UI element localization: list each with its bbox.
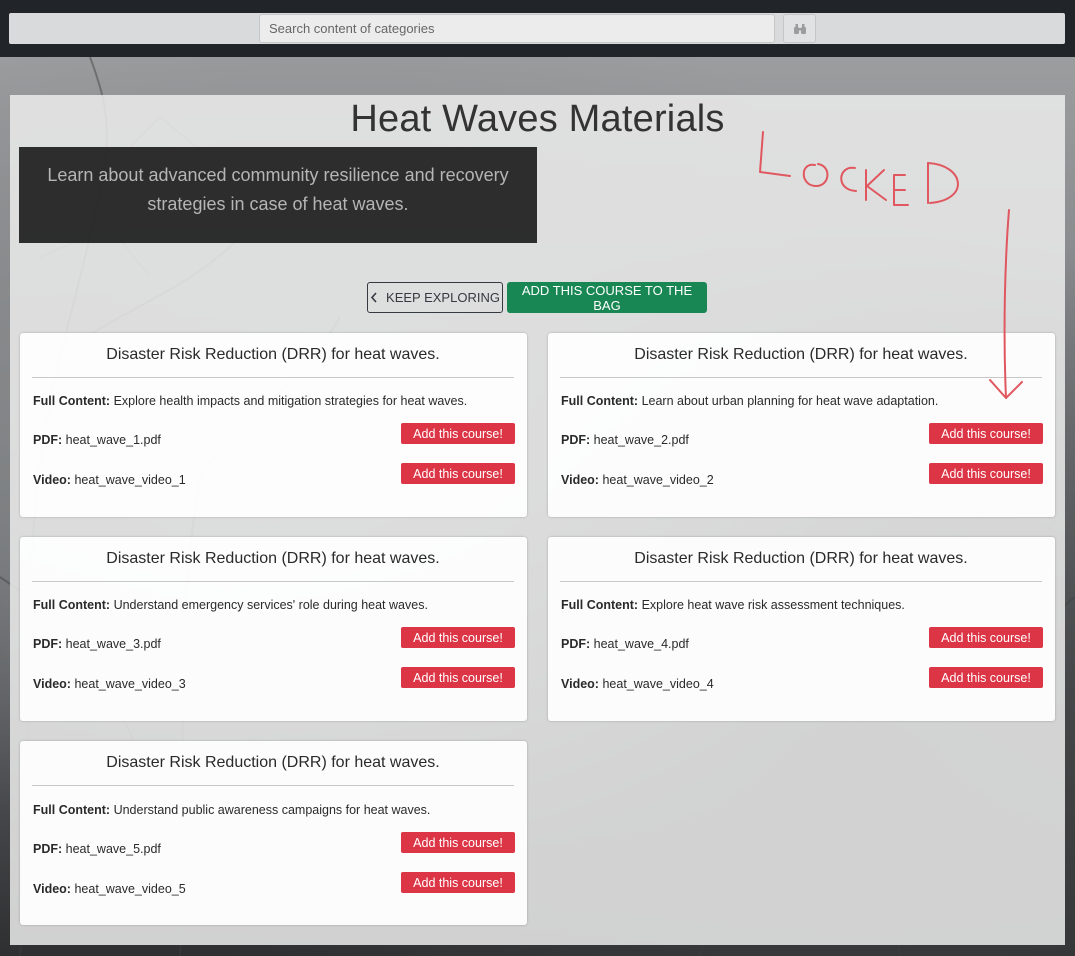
pdf-label: PDF:: [33, 637, 63, 651]
keep-exploring-button[interactable]: KEEP EXPLORING: [367, 282, 503, 313]
video-label: Video:: [33, 677, 71, 691]
full-content-label: Full Content:: [561, 394, 639, 408]
search-button[interactable]: [783, 14, 816, 43]
video-label: Video:: [33, 473, 71, 487]
add-pdf-course-button[interactable]: Add this course!: [929, 423, 1043, 444]
video-file: heat_wave_video_5: [74, 882, 186, 896]
video-line: Video: heat_wave_video_4: [561, 677, 714, 691]
chevron-left-icon: [370, 292, 377, 303]
course-title: Disaster Risk Reduction (DRR) for heat w…: [106, 346, 440, 363]
keep-exploring-label: KEEP EXPLORING: [386, 290, 500, 305]
course-card: Disaster Risk Reduction (DRR) for heat w…: [548, 537, 1055, 721]
pdf-file: heat_wave_1.pdf: [65, 433, 161, 447]
divider: [560, 581, 1042, 582]
video-file: heat_wave_video_2: [602, 473, 714, 487]
full-content-text: Understand public awareness campaigns fo…: [113, 803, 431, 817]
add-to-bag-button[interactable]: ADD THIS COURSE TO THE BAG: [507, 282, 707, 313]
add-pdf-course-button[interactable]: Add this course!: [929, 627, 1043, 648]
pdf-label: PDF:: [33, 842, 63, 856]
video-line: Video: heat_wave_video_3: [33, 677, 186, 691]
add-video-course-button[interactable]: Add this course!: [401, 667, 515, 688]
add-to-bag-label: ADD THIS COURSE TO THE BAG: [521, 282, 693, 313]
top-navbar: [0, 0, 1075, 57]
divider: [32, 581, 514, 582]
add-video-course-button[interactable]: Add this course!: [929, 463, 1043, 484]
video-label: Video:: [561, 473, 599, 487]
full-content-text: Understand emergency services' role duri…: [113, 598, 428, 612]
pdf-file: heat_wave_3.pdf: [65, 637, 161, 651]
course-card: Disaster Risk Reduction (DRR) for heat w…: [20, 333, 527, 517]
page-title: Heat Waves Materials: [350, 98, 725, 140]
full-content-label: Full Content:: [33, 598, 111, 612]
full-content-line: Full Content: Explore heat wave risk ass…: [561, 598, 905, 612]
add-pdf-course-button[interactable]: Add this course!: [401, 423, 515, 444]
video-file: heat_wave_video_4: [602, 677, 714, 691]
pdf-label: PDF:: [561, 637, 591, 651]
pdf-line: PDF: heat_wave_2.pdf: [561, 433, 689, 447]
pdf-label: PDF:: [33, 433, 63, 447]
add-pdf-course-button[interactable]: Add this course!: [401, 627, 515, 648]
full-content-line: Full Content: Understand emergency servi…: [33, 598, 428, 612]
course-title: Disaster Risk Reduction (DRR) for heat w…: [106, 754, 440, 771]
course-card: Disaster Risk Reduction (DRR) for heat w…: [20, 537, 527, 721]
divider: [32, 785, 514, 786]
intro-text: Learn about advanced community resilienc…: [47, 165, 509, 214]
intro-banner: Learn about advanced community resilienc…: [19, 147, 537, 243]
pdf-line: PDF: heat_wave_5.pdf: [33, 842, 161, 856]
full-content-text: Learn about urban planning for heat wave…: [641, 394, 939, 408]
course-card: Disaster Risk Reduction (DRR) for heat w…: [548, 333, 1055, 517]
add-pdf-course-button[interactable]: Add this course!: [401, 832, 515, 853]
divider: [32, 377, 514, 378]
video-file: heat_wave_video_3: [74, 677, 186, 691]
pdf-line: PDF: heat_wave_3.pdf: [33, 637, 161, 651]
video-label: Video:: [561, 677, 599, 691]
pdf-file: heat_wave_2.pdf: [593, 433, 689, 447]
full-content-line: Full Content: Understand public awarenes…: [33, 803, 430, 817]
search-bar: [9, 13, 1065, 44]
full-content-line: Full Content: Explore health impacts and…: [33, 394, 467, 408]
video-file: heat_wave_video_1: [74, 473, 186, 487]
add-video-course-button[interactable]: Add this course!: [929, 667, 1043, 688]
search-input[interactable]: [259, 14, 775, 43]
full-content-text: Explore health impacts and mitigation st…: [113, 394, 468, 408]
pdf-file: heat_wave_5.pdf: [65, 842, 161, 856]
pdf-file: heat_wave_4.pdf: [593, 637, 689, 651]
video-label: Video:: [33, 882, 71, 896]
course-card: Disaster Risk Reduction (DRR) for heat w…: [20, 741, 527, 925]
pdf-line: PDF: heat_wave_1.pdf: [33, 433, 161, 447]
full-content-text: Explore heat wave risk assessment techni…: [641, 598, 905, 612]
pdf-line: PDF: heat_wave_4.pdf: [561, 637, 689, 651]
video-line: Video: heat_wave_video_2: [561, 473, 714, 487]
full-content-label: Full Content:: [33, 394, 111, 408]
pdf-label: PDF:: [561, 433, 591, 447]
full-content-label: Full Content:: [561, 598, 639, 612]
full-content-line: Full Content: Learn about urban planning…: [561, 394, 938, 408]
binoculars-icon: [793, 23, 806, 34]
add-video-course-button[interactable]: Add this course!: [401, 872, 515, 893]
add-video-course-button[interactable]: Add this course!: [401, 463, 515, 484]
video-line: Video: heat_wave_video_1: [33, 473, 186, 487]
full-content-label: Full Content:: [33, 803, 111, 817]
course-title: Disaster Risk Reduction (DRR) for heat w…: [634, 550, 968, 567]
divider: [560, 377, 1042, 378]
course-title: Disaster Risk Reduction (DRR) for heat w…: [106, 550, 440, 567]
course-title: Disaster Risk Reduction (DRR) for heat w…: [634, 346, 968, 363]
video-line: Video: heat_wave_video_5: [33, 882, 186, 896]
